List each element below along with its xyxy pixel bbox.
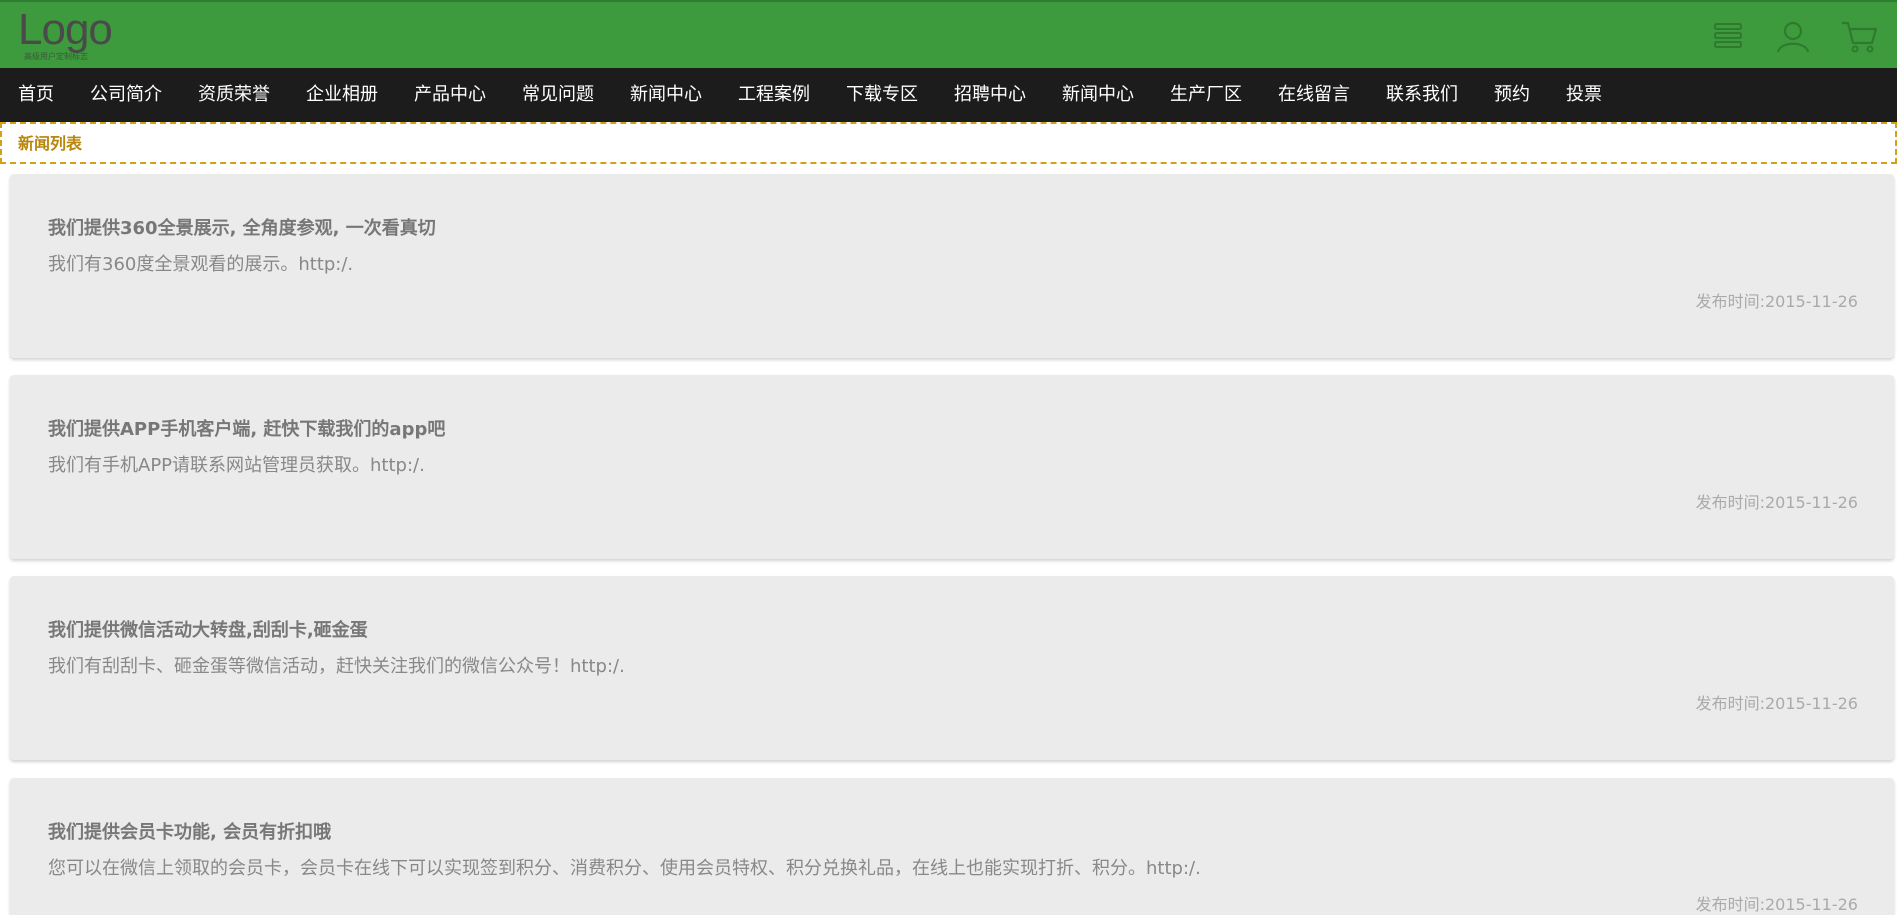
news-title[interactable]: 我们提供微信活动大转盘,刮刮卡,砸金蛋 <box>48 620 368 642</box>
list-item[interactable]: 我们提供360全景展示, 全角度参观, 一次看真切 我们有360度全景观看的展示… <box>10 174 1894 358</box>
nav-item-cases[interactable]: 工程案例 <box>738 68 810 122</box>
nav-item-products[interactable]: 产品中心 <box>414 68 486 122</box>
list-item[interactable]: 我们提供会员卡功能, 会员有折扣哦 您可以在微信上领取的会员卡，会员卡在线下可以… <box>10 778 1894 915</box>
logo[interactable]: Logo 高级用户定制标志 <box>18 6 128 64</box>
nav-item-faq[interactable]: 常见问题 <box>522 68 594 122</box>
page-title: 新闻列表 <box>18 134 83 153</box>
nav-item-booking[interactable]: 预约 <box>1494 68 1530 122</box>
news-title[interactable]: 我们提供会员卡功能, 会员有折扣哦 <box>48 822 331 844</box>
logo-text: Logo <box>18 5 113 54</box>
news-date: 发布时间:2015-11-26 <box>1695 895 1858 914</box>
news-date: 发布时间:2015-11-26 <box>1695 694 1858 713</box>
news-date: 发布时间:2015-11-26 <box>1695 493 1858 512</box>
nav-item-home[interactable]: 首页 <box>18 68 54 122</box>
nav-item-jobs[interactable]: 招聘中心 <box>954 68 1026 122</box>
main-nav: 首页 公司简介 资质荣誉 企业相册 产品中心 常见问题 新闻中心 工程案例 下载… <box>0 68 1897 122</box>
nav-item-news[interactable]: 新闻中心 <box>630 68 702 122</box>
header-icons <box>1707 16 1897 56</box>
nav-item-contact[interactable]: 联系我们 <box>1386 68 1458 122</box>
user-icon[interactable] <box>1773 16 1813 56</box>
menu-list-icon[interactable] <box>1707 16 1747 56</box>
nav-item-message[interactable]: 在线留言 <box>1278 68 1350 122</box>
news-summary: 我们有360度全景观看的展示。http:/. <box>48 254 354 275</box>
nav-list: 首页 公司简介 资质荣誉 企业相册 产品中心 常见问题 新闻中心 工程案例 下载… <box>0 68 1897 122</box>
news-summary: 我们有刮刮卡、砸金蛋等微信活动，赶快关注我们的微信公众号！http:/. <box>48 656 625 677</box>
nav-item-downloads[interactable]: 下载专区 <box>846 68 918 122</box>
news-title[interactable]: 我们提供APP手机客户端, 赶快下载我们的app吧 <box>48 419 445 441</box>
nav-item-honors[interactable]: 资质荣誉 <box>198 68 270 122</box>
logo-subtext: 高级用户定制标志 <box>24 52 88 61</box>
site-header: Logo 高级用户定制标志 <box>0 0 1897 68</box>
nav-item-album[interactable]: 企业相册 <box>306 68 378 122</box>
list-item[interactable]: 我们提供微信活动大转盘,刮刮卡,砸金蛋 我们有刮刮卡、砸金蛋等微信活动，赶快关注… <box>10 576 1894 760</box>
nav-item-news-2[interactable]: 新闻中心 <box>1062 68 1134 122</box>
news-summary: 您可以在微信上领取的会员卡，会员卡在线下可以实现签到积分、消费积分、使用会员特权… <box>48 858 1201 879</box>
nav-item-company-intro[interactable]: 公司简介 <box>90 68 162 122</box>
nav-item-factory[interactable]: 生产厂区 <box>1170 68 1242 122</box>
news-date: 发布时间:2015-11-26 <box>1695 292 1858 311</box>
news-title[interactable]: 我们提供360全景展示, 全角度参观, 一次看真切 <box>48 218 436 240</box>
cart-icon[interactable] <box>1839 16 1879 56</box>
nav-item-vote[interactable]: 投票 <box>1566 68 1602 122</box>
breadcrumb: 新闻列表 <box>0 122 1897 164</box>
list-item[interactable]: 我们提供APP手机客户端, 赶快下载我们的app吧 我们有手机APP请联系网站管… <box>10 375 1894 559</box>
news-summary: 我们有手机APP请联系网站管理员获取。http:/. <box>48 455 425 476</box>
